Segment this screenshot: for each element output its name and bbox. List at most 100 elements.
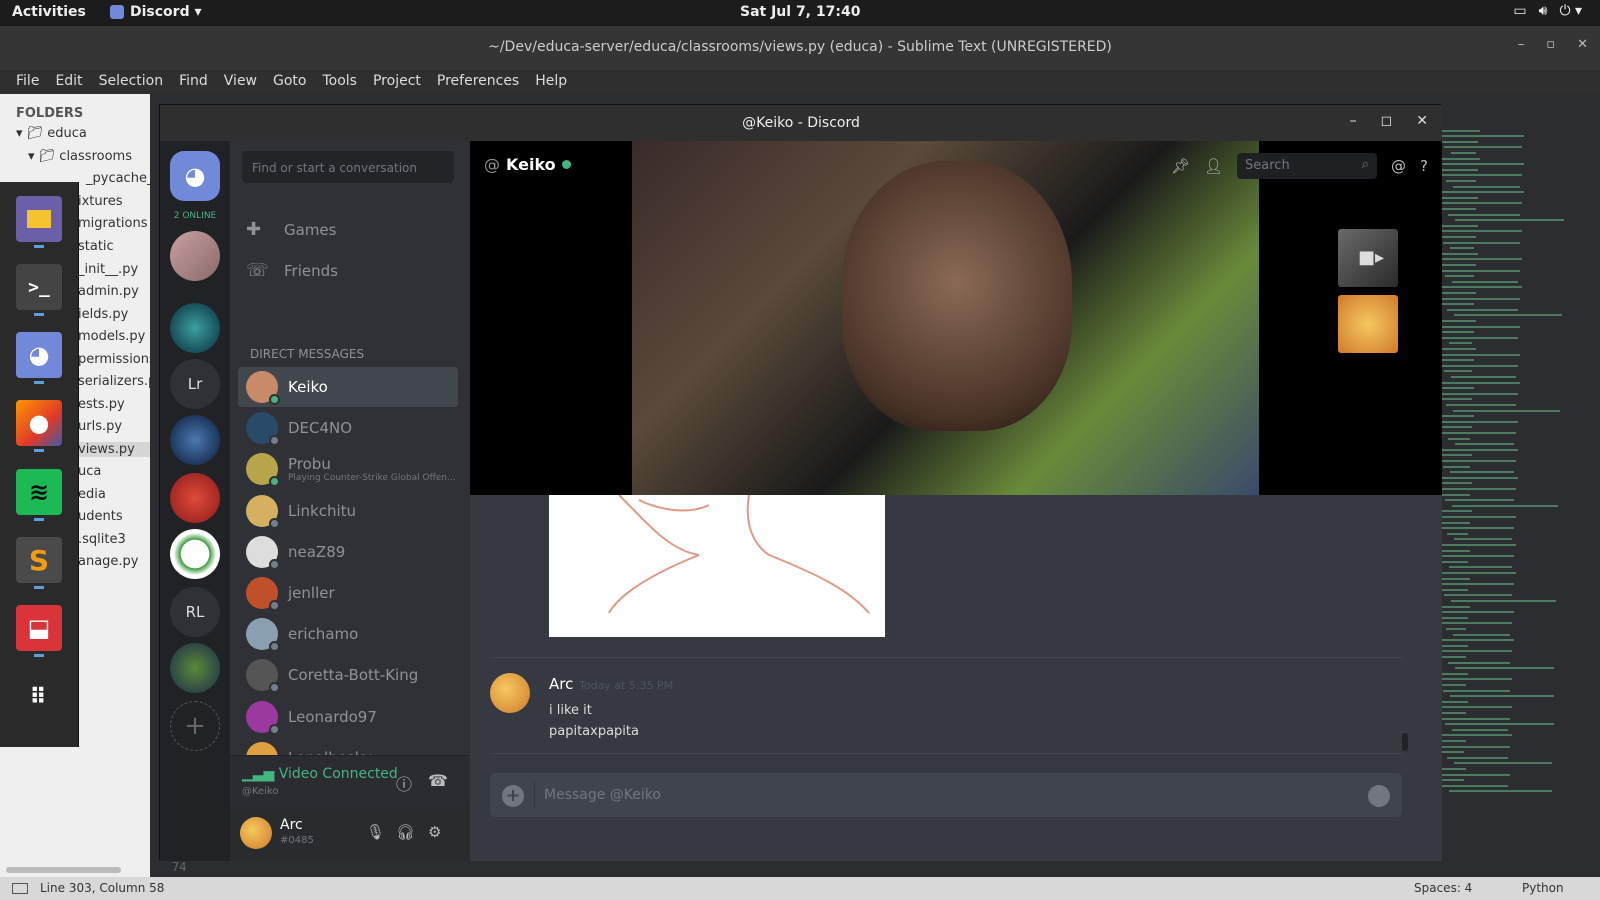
panel-toggle-icon[interactable]	[12, 883, 28, 894]
tree-item[interactable]: edia	[78, 487, 106, 502]
minimize-icon[interactable]: –	[1518, 37, 1525, 52]
find-conversation-input[interactable]: Find or start a conversation	[242, 151, 454, 183]
tree-item[interactable]: migrations	[78, 216, 148, 231]
nav-games-label: Games	[284, 221, 337, 239]
volume-icon: 🔊︎	[1538, 3, 1548, 19]
tree-item[interactable]: ixtures	[78, 194, 122, 209]
server-icon[interactable]	[170, 231, 220, 281]
message-input[interactable]: Message @Keiko	[544, 787, 661, 803]
activities-button[interactable]: Activities	[12, 4, 86, 20]
clock[interactable]: Sat Jul 7, 17:40	[740, 4, 860, 20]
maximize-icon[interactable]: ◻	[1381, 113, 1393, 129]
gear-icon[interactable]: ⚙	[428, 823, 441, 841]
close-icon[interactable]: ✕	[1577, 37, 1588, 52]
tree-item[interactable]: ields.py	[78, 307, 128, 322]
dm-item[interactable]: DEC4NO	[238, 408, 458, 448]
sidebar-scrollbar[interactable]	[6, 867, 121, 873]
tree-item[interactable]: _init__.py	[78, 262, 138, 277]
dm-item[interactable]: Keiko	[238, 367, 458, 407]
tree-item[interactable]: .sqlite3	[78, 532, 126, 547]
discord-launcher[interactable]: ◕	[16, 332, 62, 378]
nav-friends[interactable]: ☏ Friends	[246, 260, 338, 282]
close-icon[interactable]: ✕	[1416, 113, 1428, 129]
nav-games[interactable]: ✚ Games	[246, 219, 336, 241]
server-icon[interactable]	[170, 473, 220, 523]
tree-item[interactable]: urls.py	[78, 419, 122, 434]
dm-activity: Playing Counter-Strike Global Offen...	[288, 473, 456, 484]
emoji-icon[interactable]	[1368, 785, 1390, 807]
app-menu[interactable]: Discord ▾	[110, 4, 202, 20]
terminal-launcher[interactable]: >_	[16, 264, 62, 310]
maximize-icon[interactable]: ▫	[1546, 37, 1555, 52]
server-icon[interactable]	[170, 415, 220, 465]
menu-selection[interactable]: Selection	[91, 70, 172, 94]
menu-goto[interactable]: Goto	[265, 70, 314, 94]
dm-item[interactable]: Linkchitu	[238, 491, 458, 531]
avatar[interactable]	[240, 817, 272, 849]
spotify-launcher[interactable]: ≋	[16, 469, 62, 515]
info-icon[interactable]: ⓘ	[396, 771, 412, 795]
mentions-icon[interactable]: @	[1391, 157, 1406, 175]
server-icon[interactable]	[170, 529, 220, 579]
menu-project[interactable]: Project	[365, 70, 429, 94]
tree-item-selected[interactable]: views.py	[78, 442, 150, 457]
tree-item[interactable]: ▾ 📁︎ classrooms	[28, 149, 132, 164]
menu-help[interactable]: Help	[527, 70, 575, 94]
menu-edit[interactable]: Edit	[47, 70, 90, 94]
tree-item[interactable]: models.py	[78, 329, 145, 344]
dm-item[interactable]: Probu Playing Counter-Strike Global Offen…	[238, 449, 458, 489]
tree-item[interactable]: permissions.	[78, 352, 160, 367]
tree-item[interactable]: udents	[78, 509, 123, 524]
self-video-thumbnail[interactable]	[1338, 295, 1398, 353]
disconnect-icon[interactable]: ☎	[428, 771, 448, 790]
discord-window-title: @Keiko - Discord	[742, 115, 860, 131]
add-server-button[interactable]: +	[170, 701, 220, 751]
show-apps-button[interactable]: ⠿	[16, 674, 62, 720]
image-attachment[interactable]	[549, 495, 885, 637]
message-list: Arc Today at 5:35 PM i like it papitaxpa…	[470, 495, 1442, 765]
syntax-setting[interactable]: Python	[1522, 881, 1564, 895]
dm-item[interactable]: neaZ89	[238, 532, 458, 572]
tree-item[interactable]: ests.py	[78, 397, 125, 412]
upload-plus-icon[interactable]: +	[502, 785, 524, 807]
headphones-icon[interactable]: 🎧︎	[396, 823, 415, 841]
help-icon[interactable]: ?	[1420, 157, 1428, 175]
chat-scrollbar[interactable]	[1402, 733, 1408, 751]
indent-setting[interactable]: Spaces: 4	[1414, 881, 1472, 895]
pin-icon[interactable]: 📌︎	[1171, 157, 1190, 175]
tree-item[interactable]: uca	[78, 464, 101, 479]
menu-preferences[interactable]: Preferences	[429, 70, 527, 94]
tree-item[interactable]: anage.py	[78, 554, 139, 569]
video-call-panel[interactable]: @ Keiko 📌︎ 👤︎ Search ⌕ @ ? ■▸	[470, 141, 1442, 495]
tree-item[interactable]: _pycache_	[86, 171, 153, 186]
avatar	[246, 535, 280, 570]
home-button[interactable]: ◕	[170, 151, 220, 201]
server-icon[interactable]: Lr	[170, 359, 220, 409]
microphone-icon[interactable]: 🎙︎	[366, 823, 385, 841]
menu-find[interactable]: Find	[171, 70, 216, 94]
video-thumbnail[interactable]: ■▸	[1338, 229, 1398, 287]
dm-item[interactable]: Leonardo97	[238, 697, 458, 737]
software-center-launcher[interactable]: ⬓	[16, 605, 62, 651]
tree-item[interactable]: ▾ 📁︎ educa	[16, 126, 87, 141]
files-launcher[interactable]	[16, 196, 62, 242]
server-icon[interactable]	[170, 303, 220, 353]
message-author[interactable]: Arc	[549, 675, 573, 693]
server-icon[interactable]: RL	[170, 587, 220, 637]
menu-file[interactable]: File	[8, 70, 47, 94]
minimize-icon[interactable]: –	[1350, 113, 1357, 129]
avatar[interactable]	[490, 673, 530, 713]
dm-item[interactable]: erichamo	[238, 614, 458, 654]
menu-tools[interactable]: Tools	[314, 70, 365, 94]
dm-item[interactable]: jenller	[238, 573, 458, 613]
add-friend-icon[interactable]: 👤︎	[1204, 157, 1223, 175]
tree-item[interactable]: admin.py	[78, 284, 139, 299]
search-input[interactable]: Search ⌕	[1237, 153, 1378, 179]
system-tray[interactable]: ▭ 🔊︎ ⏻ ▾	[1513, 3, 1582, 19]
firefox-launcher[interactable]: ●	[16, 400, 62, 446]
menu-view[interactable]: View	[216, 70, 265, 94]
server-icon[interactable]	[170, 643, 220, 693]
tree-item[interactable]: static	[78, 239, 114, 254]
sublime-launcher[interactable]: S	[16, 537, 62, 583]
dm-item[interactable]: Coretta-Bott-King	[238, 655, 458, 695]
